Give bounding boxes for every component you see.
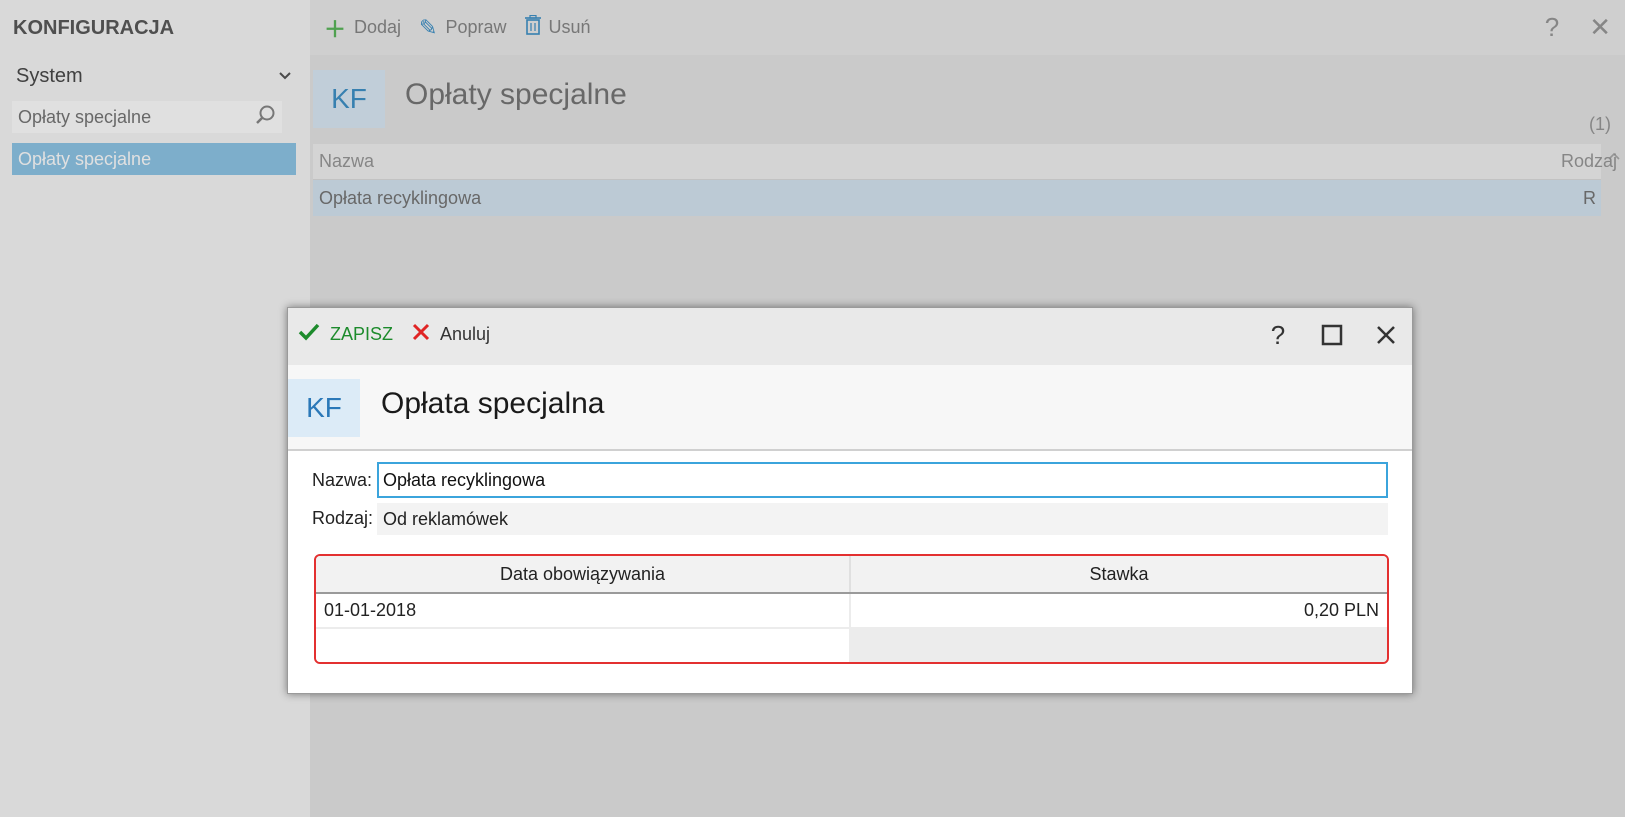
- help-icon[interactable]: ?: [1264, 320, 1292, 350]
- name-field[interactable]: [377, 462, 1388, 498]
- maximize-icon[interactable]: [1318, 320, 1346, 350]
- rates-table-header: Data obowiązywania Stawka: [316, 556, 1387, 594]
- new-row-date-cell[interactable]: [316, 629, 851, 662]
- dialog-badge: KF: [288, 379, 360, 437]
- new-row-rate-cell[interactable]: [851, 629, 1387, 662]
- kind-label: Rodzaj:: [312, 508, 374, 528]
- column-header-rate[interactable]: Stawka: [851, 556, 1387, 592]
- table-row[interactable]: 01-01-2018 0,20 PLN: [316, 594, 1387, 629]
- dialog-title: Opłata specjalna: [381, 387, 605, 420]
- dialog-toolbar: ZAPISZ Anuluj ?: [288, 308, 1412, 365]
- save-button[interactable]: ZAPISZ: [298, 323, 393, 346]
- cancel-x-icon: [412, 323, 430, 346]
- close-icon[interactable]: [1372, 320, 1400, 350]
- checkmark-icon: [298, 323, 320, 346]
- dialog-window-controls: ?: [1264, 320, 1400, 350]
- rates-table: Data obowiązywania Stawka 01-01-2018 0,2…: [314, 554, 1389, 664]
- fee-dialog: ZAPISZ Anuluj ? KF Opłata specjalna Nazw…: [287, 307, 1413, 694]
- save-button-label: ZAPISZ: [330, 324, 394, 344]
- cancel-button[interactable]: Anuluj: [412, 323, 490, 346]
- name-label: Nazwa:: [312, 470, 373, 490]
- cell-date[interactable]: 01-01-2018: [316, 594, 851, 627]
- dialog-header: KF Opłata specjalna: [288, 365, 1412, 451]
- new-row[interactable]: [316, 629, 1387, 662]
- kind-field: Od reklamówek: [377, 503, 1388, 535]
- column-header-date[interactable]: Data obowiązywania: [316, 556, 851, 592]
- cancel-button-label: Anuluj: [440, 324, 491, 344]
- cell-rate[interactable]: 0,20 PLN: [851, 594, 1387, 627]
